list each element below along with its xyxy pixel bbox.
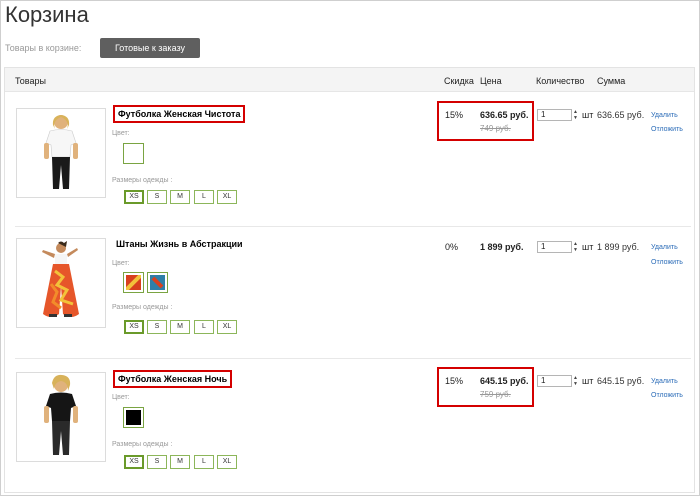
old-price-value: 759 руб.: [480, 390, 511, 399]
price-value: 645.15 руб.: [480, 376, 529, 386]
unit-label: шт: [582, 376, 594, 386]
quantity-input[interactable]: 1: [537, 109, 572, 121]
product-name[interactable]: Футболка Женская Чистота: [113, 105, 246, 123]
size-option-m[interactable]: M: [170, 320, 190, 334]
price-highlight: [437, 367, 534, 407]
quantity-stepper-icon[interactable]: ▲ ▼: [573, 241, 580, 253]
delete-link[interactable]: Удалить: [651, 112, 678, 119]
postpone-link[interactable]: Отложить: [651, 126, 683, 133]
color-swatch[interactable]: [123, 407, 144, 428]
quantity-stepper-icon[interactable]: ▲ ▼: [573, 109, 580, 121]
color-label: Цвет:: [112, 130, 130, 137]
size-option-s[interactable]: S: [147, 455, 167, 469]
discount-value: 0%: [445, 242, 459, 252]
color-swatch[interactable]: [123, 143, 144, 164]
price-value: 1 899 руб.: [480, 242, 524, 252]
delete-link[interactable]: Удалить: [651, 244, 678, 251]
color-swatch[interactable]: [123, 272, 144, 293]
size-option-xl[interactable]: XL: [217, 455, 237, 469]
postpone-link[interactable]: Отложить: [651, 259, 683, 266]
size-option-m[interactable]: M: [170, 455, 190, 469]
quantity-input[interactable]: 1: [537, 241, 572, 253]
product-name[interactable]: Футболка Женская Ночь: [113, 370, 233, 388]
size-option-l[interactable]: L: [194, 320, 214, 334]
size-option-xs[interactable]: XS: [124, 190, 144, 204]
size-option-xl[interactable]: XL: [217, 320, 237, 334]
size-option-xl[interactable]: XL: [217, 190, 237, 204]
row-divider: [15, 226, 691, 227]
color-swatch[interactable]: [147, 272, 168, 293]
color-label: Цвет:: [112, 394, 130, 401]
size-option-l[interactable]: L: [194, 190, 214, 204]
product-name[interactable]: Штаны Жизнь в Абстракции: [113, 237, 246, 251]
size-option-l[interactable]: L: [194, 455, 214, 469]
header-quantity: Количество: [536, 76, 585, 86]
product-image[interactable]: [16, 372, 106, 462]
sum-value: 636.65 руб.: [597, 110, 645, 120]
size-label: Размеры одежды :: [112, 304, 173, 311]
size-option-s[interactable]: S: [147, 320, 167, 334]
size-option-s[interactable]: S: [147, 190, 167, 204]
tab-ready-to-order[interactable]: Готовые к заказу: [100, 38, 200, 58]
price-value: 636.65 руб.: [480, 110, 529, 120]
product-photo-tshirt-black: [44, 374, 78, 455]
old-price-value: 749 руб.: [480, 124, 511, 133]
product-photo-pants-abstract: [42, 241, 79, 317]
size-label: Размеры одежды :: [112, 441, 173, 448]
header-sum: Сумма: [597, 76, 626, 86]
header-products: Товары: [15, 76, 46, 86]
size-option-m[interactable]: M: [170, 190, 190, 204]
product-image[interactable]: [16, 108, 106, 198]
unit-label: шт: [582, 242, 594, 252]
row-divider: [15, 358, 691, 359]
quantity-stepper-icon[interactable]: ▲ ▼: [573, 375, 580, 387]
sum-value: 645.15 руб.: [597, 376, 645, 386]
quantity-input[interactable]: 1: [537, 375, 572, 387]
product-photo-tshirt-white: [44, 115, 78, 189]
size-option-xs[interactable]: XS: [124, 455, 144, 469]
color-label: Цвет:: [112, 260, 130, 267]
discount-value: 15%: [445, 110, 464, 120]
cart-status-label: Товары в корзине:: [5, 43, 82, 53]
discount-value: 15%: [445, 376, 464, 386]
size-option-xs[interactable]: XS: [124, 320, 144, 334]
size-label: Размеры одежды :: [112, 177, 173, 184]
product-image[interactable]: [16, 238, 106, 328]
cart-table: Товары Скидка Цена Количество Сумма Футб…: [4, 67, 695, 493]
postpone-link[interactable]: Отложить: [651, 392, 683, 399]
header-discount: Скидка: [444, 76, 474, 86]
price-highlight: [437, 101, 534, 141]
page-title: Корзина: [5, 2, 89, 27]
unit-label: шт: [582, 110, 594, 120]
header-price: Цена: [480, 76, 502, 86]
table-header: Товары Скидка Цена Количество Сумма: [5, 68, 694, 92]
delete-link[interactable]: Удалить: [651, 378, 678, 385]
sum-value: 1 899 руб.: [597, 242, 640, 252]
